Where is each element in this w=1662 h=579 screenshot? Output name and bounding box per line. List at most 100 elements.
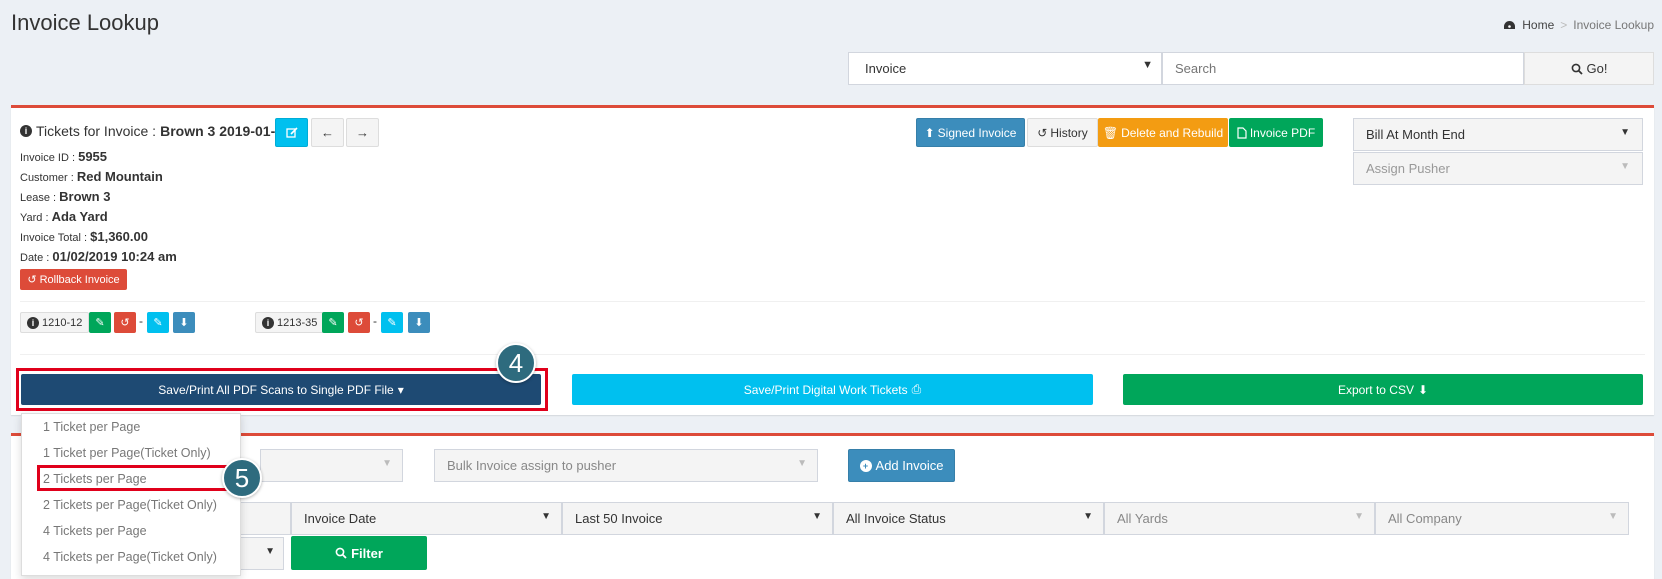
ticket-scan-edit-button[interactable]: ✎ bbox=[381, 312, 403, 333]
bulk-assign-placeholder: Bulk Invoice assign to pusher bbox=[447, 458, 617, 473]
ticket-tag[interactable]: i 1213-35 bbox=[255, 312, 325, 333]
total-line: Invoice Total : $1,360.00 bbox=[20, 229, 148, 244]
add-invoice-button[interactable]: + Add Invoice bbox=[848, 449, 955, 482]
ticket-edit-button[interactable]: ✎ bbox=[322, 312, 344, 333]
bulk-assign-select[interactable]: Bulk Invoice assign to pusher ▼ bbox=[434, 449, 818, 482]
lease-line: Lease : Brown 3 bbox=[20, 189, 110, 204]
edit-invoice-button[interactable] bbox=[275, 118, 308, 147]
customer-value: Red Mountain bbox=[76, 169, 163, 184]
ticket-edit-button[interactable]: ✎ bbox=[89, 312, 111, 333]
caret-down-icon: ▼ bbox=[541, 511, 551, 522]
undo-icon: ↺ bbox=[354, 317, 364, 329]
info-icon: i bbox=[27, 316, 39, 329]
billing-value: Bill At Month End bbox=[1366, 127, 1465, 142]
billing-select[interactable]: Bill At Month End ▼ bbox=[1353, 118, 1643, 151]
ticket-dash: - bbox=[139, 314, 143, 328]
yards-select[interactable]: All Yards ▼ bbox=[1104, 502, 1375, 535]
rollback-invoice-button[interactable]: ↺ Rollback Invoice bbox=[20, 269, 127, 290]
undo-icon: ↺ bbox=[27, 274, 37, 286]
ticket-undo-button[interactable]: ↺ bbox=[348, 312, 370, 333]
go-label: Go! bbox=[1586, 61, 1608, 76]
dropdown-item[interactable]: 4 Tickets per Page bbox=[43, 524, 147, 538]
invoice-pdf-button[interactable]: Invoice PDF bbox=[1229, 118, 1323, 147]
step-badge-4: 4 bbox=[496, 343, 536, 383]
last-invoice-value: Last 50 Invoice bbox=[575, 511, 663, 526]
invoice-header-name: Brown 3 2019-01-02 bbox=[160, 123, 291, 139]
export-csv-button[interactable]: Export to CSV ⬇ bbox=[1123, 374, 1643, 405]
search-icon bbox=[335, 547, 347, 559]
previous-invoice-button[interactable]: ← bbox=[311, 118, 344, 147]
partial-select[interactable]: ▼ bbox=[260, 449, 403, 482]
invoice-date-select[interactable]: Invoice Date ▼ bbox=[291, 502, 562, 535]
edit-icon: ✎ bbox=[328, 317, 338, 329]
pdf-options-dropdown: 1 Ticket per Page 1 Ticket per Page(Tick… bbox=[21, 413, 241, 576]
invoice-status-value: All Invoice Status bbox=[846, 511, 946, 526]
go-button[interactable]: Go! bbox=[1524, 52, 1654, 85]
arrow-right-icon: → bbox=[356, 125, 369, 140]
edit-icon bbox=[285, 126, 298, 138]
caret-down-icon: ▼ bbox=[1354, 511, 1364, 522]
next-invoice-button[interactable]: → bbox=[346, 118, 379, 147]
delete-rebuild-button[interactable]: 🗑 Delete and Rebuild bbox=[1098, 118, 1228, 147]
info-icon: i bbox=[262, 316, 274, 329]
breadcrumb-current: Invoice Lookup bbox=[1573, 18, 1654, 32]
dropdown-item[interactable]: 1 Ticket per Page bbox=[43, 420, 140, 434]
signed-invoice-button[interactable]: ⬆ Signed Invoice bbox=[916, 118, 1025, 147]
upload-icon: ⬆ bbox=[924, 125, 935, 140]
highlight-step-4 bbox=[16, 368, 548, 411]
filter-button[interactable]: Filter bbox=[291, 536, 427, 570]
edit-icon: ✎ bbox=[387, 317, 397, 329]
filter-label: Filter bbox=[351, 545, 383, 561]
trash-icon: 🗑 bbox=[1102, 125, 1119, 140]
undo-icon: ↺ bbox=[120, 317, 130, 329]
company-select[interactable]: All Company ▼ bbox=[1375, 502, 1629, 535]
plus-circle-icon: + bbox=[859, 459, 872, 472]
ticket-download-button[interactable]: ⬇ bbox=[173, 312, 195, 333]
invoice-pdf-label: Invoice PDF bbox=[1249, 125, 1316, 140]
save-digital-tickets-button[interactable]: Save/Print Digital Work Tickets ⎙ bbox=[572, 374, 1093, 405]
assign-pusher-select[interactable]: Assign Pusher ▼ bbox=[1353, 152, 1643, 185]
caret-down-icon: ▼ bbox=[1142, 59, 1153, 71]
ticket-tag[interactable]: i 1210-12 bbox=[20, 312, 90, 333]
add-invoice-label: Add Invoice bbox=[875, 458, 944, 473]
dropdown-item[interactable]: 4 Tickets per Page(Ticket Only) bbox=[43, 550, 217, 564]
delete-rebuild-label: Delete and Rebuild bbox=[1121, 125, 1224, 140]
date-line: Date : 01/02/2019 10:24 am bbox=[20, 249, 177, 264]
ticket-undo-button[interactable]: ↺ bbox=[114, 312, 136, 333]
yard-label: Yard : bbox=[20, 212, 49, 224]
history-button[interactable]: ↺ History bbox=[1027, 118, 1098, 147]
partial-select-2[interactable]: ▼ bbox=[240, 537, 284, 570]
date-value: 01/02/2019 10:24 am bbox=[52, 249, 177, 264]
history-label: History bbox=[1050, 125, 1088, 140]
rollback-label: Rollback Invoice bbox=[39, 273, 120, 286]
search-input[interactable] bbox=[1162, 52, 1524, 85]
caret-down-icon: ▼ bbox=[812, 511, 822, 522]
customer-label: Customer : bbox=[20, 172, 74, 184]
download-icon: ⬇ bbox=[414, 317, 424, 329]
signed-label: Signed Invoice bbox=[937, 125, 1017, 140]
partial-field[interactable] bbox=[240, 502, 291, 535]
caret-down-icon: ▼ bbox=[1620, 161, 1630, 172]
breadcrumb-home[interactable]: Home bbox=[1522, 18, 1554, 32]
invoice-id-value: 5955 bbox=[78, 149, 108, 164]
ticket-dash: - bbox=[373, 314, 377, 328]
ticket-id: 1213-35 bbox=[277, 316, 318, 329]
date-label: Date : bbox=[20, 252, 50, 264]
dropdown-item[interactable]: 2 Tickets per Page(Ticket Only) bbox=[43, 498, 217, 512]
yards-value: All Yards bbox=[1117, 511, 1168, 526]
company-value: All Company bbox=[1388, 511, 1462, 526]
download-icon: ⬇ bbox=[1417, 382, 1429, 397]
last-invoice-select[interactable]: Last 50 Invoice ▼ bbox=[562, 502, 833, 535]
ticket-download-button[interactable]: ⬇ bbox=[408, 312, 430, 333]
total-label: Invoice Total : bbox=[20, 232, 88, 244]
history-icon: ↺ bbox=[1037, 125, 1048, 140]
search-icon bbox=[1571, 63, 1583, 75]
breadcrumb-separator: > bbox=[1560, 18, 1568, 32]
edit-icon: ✎ bbox=[153, 317, 163, 329]
search-type-select[interactable]: Invoice ▼ bbox=[848, 52, 1162, 85]
dropdown-item[interactable]: 1 Ticket per Page(Ticket Only) bbox=[43, 446, 211, 460]
save-digital-label: Save/Print Digital Work Tickets bbox=[743, 382, 908, 397]
ticket-scan-edit-button[interactable]: ✎ bbox=[147, 312, 169, 333]
customer-line: Customer : Red Mountain bbox=[20, 169, 163, 184]
invoice-status-select[interactable]: All Invoice Status ▼ bbox=[833, 502, 1104, 535]
